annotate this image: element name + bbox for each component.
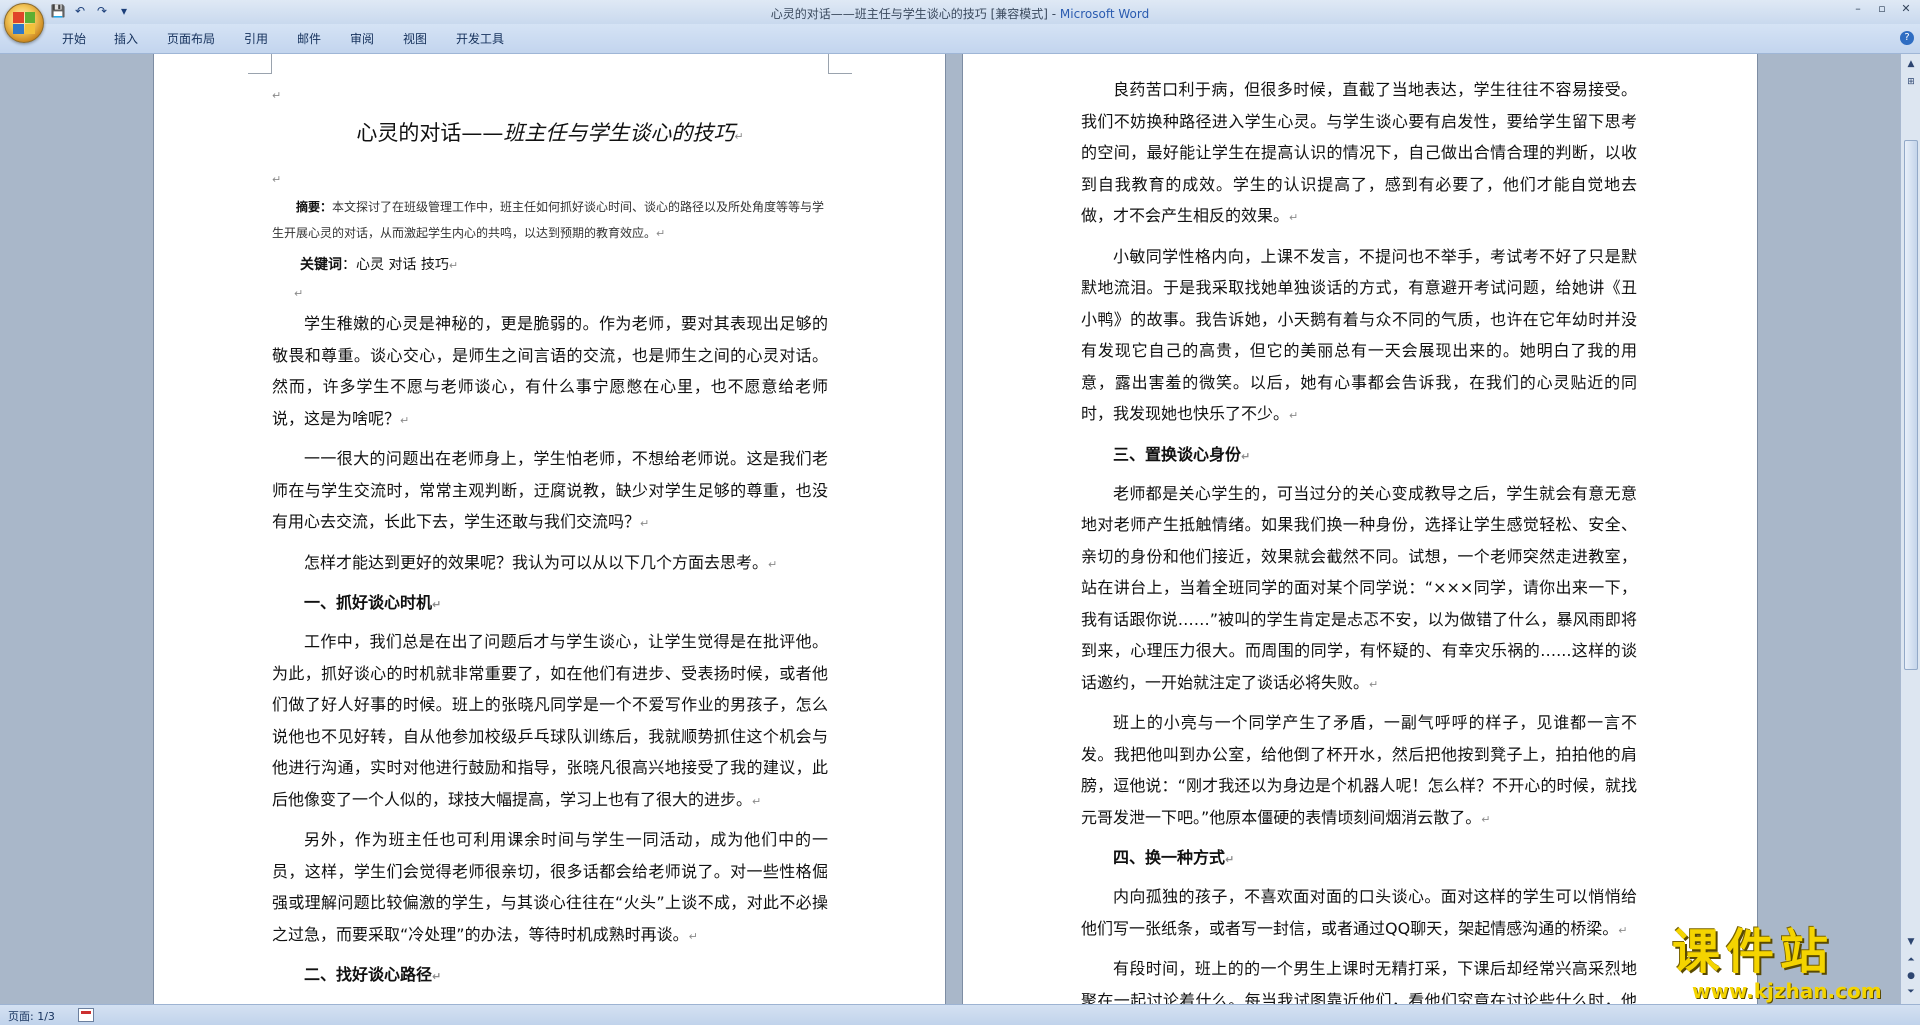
section-heading: 一、抓好谈心时机↵ (304, 593, 442, 612)
section-heading: 二、找好谈心路径↵ (304, 965, 442, 984)
empty-paragraph: ↵ (272, 166, 828, 194)
empty-paragraph: ↵ (272, 82, 828, 110)
watermark-name: 课件站 (1672, 924, 1835, 980)
paragraph-mark: ↵ (400, 413, 410, 427)
document-page-1[interactable]: ↵ 心灵的对话——班主任与学生谈心的技巧↵ ↵ 摘要：本文探讨了在班级管理工作中… (153, 54, 946, 1004)
body-paragraph: 老师都是关心学生的，可当过分的关心变成教导之后，学生就会有意无意地对老师产生抵触… (1081, 483, 1637, 692)
paragraph-mark: ↵ (1225, 853, 1235, 866)
tab-home[interactable]: 开始 (62, 30, 86, 47)
paragraph-mark: ↵ (1618, 923, 1628, 937)
document-heading: 心灵的对话——班主任与学生谈心的技巧↵ (272, 118, 828, 152)
paragraph-mark: ↵ (1289, 409, 1299, 422)
margin-corner-mark (828, 54, 852, 74)
tab-references[interactable]: 引用 (244, 30, 268, 47)
section-heading: 三、置换谈心身份↵ (1113, 444, 1251, 464)
document-area: ↵ 心灵的对话——班主任与学生谈心的技巧↵ ↵ 摘要：本文探讨了在班级管理工作中… (0, 54, 1900, 1004)
margin-corner-mark (248, 54, 272, 74)
document-title: 心灵的对话——班主任与学生谈心的技巧 [兼容模式] - (770, 7, 1060, 21)
watermark-logo: 课件站 www.kjzhan.com (1672, 924, 1900, 1004)
paragraph-mark: ↵ (1241, 449, 1251, 463)
paragraph-mark: ↵ (432, 970, 442, 983)
tab-page-layout[interactable]: 页面布局 (167, 30, 215, 47)
status-bar: 页面: 1/3 (0, 1004, 1920, 1025)
minimize-icon[interactable]: – (1848, 1, 1868, 17)
body-paragraph: 学生稚嫩的心灵是神秘的，更是脆弱的。作为老师，要对其表现出足够的敬畏和尊重。谈心… (272, 314, 828, 428)
abstract-label: 摘要： (296, 200, 333, 214)
previous-page-icon[interactable]: ⏶ (1903, 952, 1919, 968)
keywords-label: 关键词 (300, 257, 342, 273)
paragraph-mark: ↵ (768, 557, 778, 571)
abstract: 摘要：本文探讨了在班级管理工作中，班主任如何抓好谈心时间、谈心的路径以及所处角度… (272, 194, 828, 247)
tab-view[interactable]: 视图 (403, 30, 427, 47)
next-page-icon[interactable]: ⏷ (1903, 984, 1919, 1000)
window-title: 心灵的对话——班主任与学生谈心的技巧 [兼容模式] - Microsoft Wo… (0, 5, 1920, 22)
body-paragraph: 怎样才能达到更好的效果呢？我认为可以从以下几个方面去思考。↵ (304, 552, 778, 572)
paragraph-mark: ↵ (752, 794, 762, 808)
paragraph-mark: ↵ (432, 598, 442, 611)
abstract-text: 本文探讨了在班级管理工作中，班主任如何抓好谈心时间、谈心的路径以及所处角度等等与… (272, 200, 825, 240)
watermark-url: www.kjzhan.com (1692, 979, 1882, 1003)
scroll-thumb[interactable] (1904, 140, 1918, 670)
ruler-toggle-icon[interactable]: ⊞ (1903, 74, 1919, 90)
paragraph-mark: ↵ (272, 173, 282, 186)
tab-mailings[interactable]: 邮件 (297, 30, 321, 47)
scroll-down-icon[interactable]: ▼ (1903, 934, 1919, 950)
paragraph-mark: ↵ (688, 929, 698, 943)
paragraph-mark: ↵ (272, 89, 282, 102)
ribbon-tabs: 开始 插入 页面布局 引用 邮件 审阅 视图 开发工具 ? (0, 24, 1920, 54)
body-paragraph: 工作中，我们总是在出了问题后才与学生谈心，让学生觉得是在批评他。为此，抓好谈心的… (272, 632, 828, 809)
paragraph-mark: ↵ (640, 517, 650, 530)
paragraph-mark: ↵ (1369, 677, 1379, 691)
select-browse-object-icon[interactable]: ● (1903, 968, 1919, 984)
proofing-icon[interactable] (78, 1008, 94, 1022)
paragraph-mark: ↵ (448, 259, 459, 272)
body-paragraph: 另外，作为班主任也可利用课余时间与学生一同活动，成为他们中的一员，这样，学生们会… (272, 830, 828, 944)
body-paragraph: 一一很大的问题出在老师身上，学生怕老师，不想给老师说。这是我们老师在与学生交流时… (272, 449, 828, 531)
paragraph-mark: ↵ (1289, 211, 1299, 224)
page-indicator[interactable]: 页面: 1/3 (8, 1008, 55, 1024)
page-2-content: 良药苦口利于病，但很多时候，直截了当地表达，学生往往不容易接受。我们不妨换种路径… (1081, 74, 1637, 1004)
app-name: Microsoft Word (1059, 7, 1150, 21)
page-1-content: ↵ 心灵的对话——班主任与学生谈心的技巧↵ ↵ 摘要：本文探讨了在班级管理工作中… (272, 82, 828, 998)
paragraph-mark: ↵ (656, 227, 666, 240)
window-controls: – ▫ ✕ (1848, 1, 1916, 17)
tab-insert[interactable]: 插入 (114, 30, 138, 47)
scroll-up-icon[interactable]: ▲ (1903, 56, 1919, 72)
office-button[interactable] (4, 3, 44, 43)
paragraph-mark: ↵ (1481, 812, 1491, 826)
vertical-scrollbar[interactable]: ▲ ⊞ ▼ ⏶ ● ⏷ (1900, 54, 1920, 1004)
body-paragraph: 内向孤独的孩子，不喜欢面对面的口头谈心。面对这样的学生可以悄悄给他们写一张纸条，… (1081, 887, 1637, 938)
help-icon[interactable]: ? (1900, 31, 1914, 45)
paragraph-mark: ↵ (734, 130, 744, 143)
keywords-text: ：心灵 对话 技巧 (342, 257, 449, 273)
title-bar: 💾 ↶ ↷ ▾ 心灵的对话——班主任与学生谈心的技巧 [兼容模式] - Micr… (0, 0, 1920, 43)
section-heading: 四、换一种方式↵ (1113, 848, 1235, 867)
paragraph-mark: ↵ (294, 287, 304, 300)
heading-italic: 班主任与学生谈心的技巧 (503, 121, 735, 145)
office-logo-icon (13, 12, 35, 34)
tab-review[interactable]: 审阅 (350, 30, 374, 47)
tab-developer[interactable]: 开发工具 (456, 30, 504, 47)
heading-main: 心灵的对话—— (356, 121, 504, 145)
document-page-2[interactable]: 良药苦口利于病，但很多时候，直截了当地表达，学生往往不容易接受。我们不妨换种路径… (962, 54, 1758, 1004)
empty-paragraph: ↵ (272, 280, 828, 308)
body-paragraph: 良药苦口利于病，但很多时候，直截了当地表达，学生往往不容易接受。我们不妨换种路径… (1081, 80, 1637, 225)
keywords: 关键词：心灵 对话 技巧↵ (272, 251, 828, 280)
body-paragraph: 小敏同学性格内向，上课不发言，不提问也不举手，考试考不好了只是默默地流泪。于是我… (1081, 246, 1637, 424)
maximize-icon[interactable]: ▫ (1872, 1, 1892, 17)
body-paragraph: 有段时间，班上的的一个男生上课时无精打采，下课后却经常兴高采烈地聚在一起讨论着什… (1081, 959, 1637, 1004)
close-icon[interactable]: ✕ (1896, 1, 1916, 17)
body-paragraph: 班上的小亮与一个同学产生了矛盾，一副气呼呼的样子，见谁都一言不发。我把他叫到办公… (1081, 713, 1637, 827)
